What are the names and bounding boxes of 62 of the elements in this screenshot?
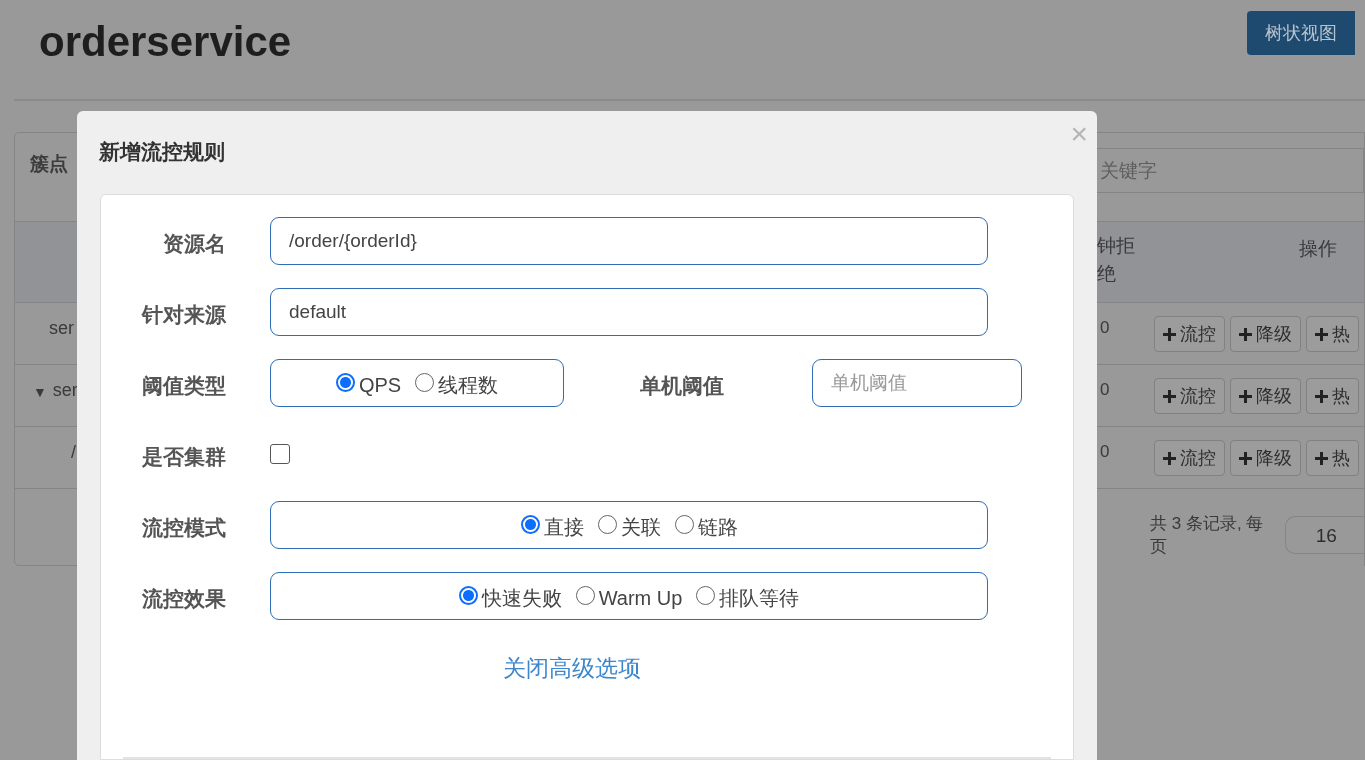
radio-icon[interactable] [415, 373, 435, 392]
card-title: 簇点 [30, 153, 68, 174]
add-rule-button[interactable]: 降级 [1230, 440, 1301, 476]
field-label: 单机阈值 [640, 373, 724, 399]
plus-icon [1163, 451, 1176, 465]
radio-icon[interactable] [597, 515, 617, 534]
table-cell-text: 0 [1099, 442, 1111, 462]
field-label: 阈值类型 [141, 373, 226, 399]
add-rule-button[interactable]: 流控 [1154, 378, 1225, 414]
add-rule-button[interactable]: 降级 [1230, 316, 1301, 352]
plus-icon [1239, 389, 1252, 403]
add-rule-button[interactable]: 流控 [1154, 440, 1225, 476]
text-field[interactable]: default [270, 288, 988, 336]
table-cell-text: 0 [1099, 380, 1111, 400]
add-rule-button[interactable]: 热 [1306, 378, 1359, 414]
table-cell: ser [52, 380, 77, 401]
plus-icon [1315, 451, 1328, 465]
add-rule-button[interactable]: 流控 [1154, 316, 1225, 352]
plus-icon [1315, 389, 1328, 403]
page-size-field[interactable]: 16 [1284, 516, 1364, 554]
radio-option[interactable]: 快速失败 [458, 584, 562, 612]
table-cell: / [71, 442, 76, 463]
add-rule-button[interactable]: 热 [1306, 316, 1359, 352]
column-header: 操作 [1299, 237, 1338, 261]
radio-option[interactable]: 排队等待 [696, 584, 800, 612]
field-label: 资源名 [162, 231, 226, 257]
table-cell-text: 0 [1099, 318, 1111, 338]
radio-icon[interactable] [458, 586, 478, 605]
radio-option[interactable]: 线程数 [415, 371, 499, 399]
add-rule-button[interactable]: 降级 [1230, 378, 1301, 414]
field-label: 是否集群 [141, 444, 226, 470]
expand-toggle[interactable]: ▼ [33, 384, 47, 400]
plus-icon [1163, 389, 1176, 403]
field-label: 针对来源 [140, 302, 226, 328]
radio-icon[interactable] [674, 515, 694, 534]
tree-view-button[interactable]: 树状视图 [1247, 11, 1357, 55]
radio-icon[interactable] [335, 373, 355, 392]
advanced-options-link[interactable]: 关闭高级选项 [503, 653, 641, 685]
add-rule-button[interactable]: 热 [1306, 440, 1359, 476]
radio-icon[interactable] [575, 586, 595, 605]
search-field[interactable]: 关键字 [1097, 148, 1364, 193]
plus-icon [1315, 327, 1328, 341]
column-header: 钟拒绝 [1097, 234, 1136, 286]
page-title: orderservice [39, 18, 292, 66]
plus-icon [1239, 327, 1252, 341]
plus-icon [1239, 451, 1252, 465]
record-summary: 共 3 条记录, 每页 [1150, 513, 1265, 558]
dialog-title: 新增流控规则 [99, 139, 225, 165]
radio-option[interactable]: 关联 [597, 513, 661, 541]
field-label: 流控效果 [141, 586, 226, 612]
radio-option[interactable]: QPS [335, 373, 402, 397]
checkbox[interactable] [270, 444, 290, 464]
field-label: 流控模式 [141, 515, 226, 541]
table-cell: ser [49, 318, 74, 339]
radio-icon[interactable] [696, 586, 716, 605]
text-field[interactable]: /order/{orderId} [270, 217, 988, 265]
radio-option[interactable]: 直接 [520, 513, 584, 541]
plus-icon [1163, 327, 1176, 341]
radio-icon[interactable] [520, 515, 540, 534]
radio-option[interactable]: 链路 [674, 513, 738, 541]
threshold-field[interactable]: 单机阈值 [812, 359, 1022, 407]
radio-option[interactable]: Warm Up [575, 586, 683, 610]
